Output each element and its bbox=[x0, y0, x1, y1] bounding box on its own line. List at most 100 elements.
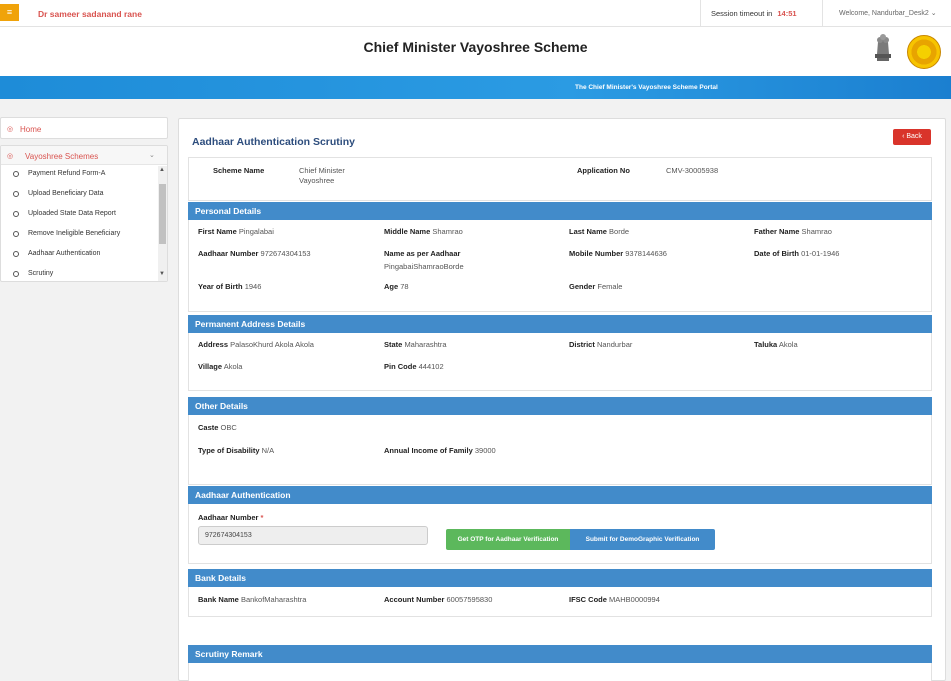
field-value: OBC bbox=[220, 423, 237, 432]
sidebar-item-label: Remove Ineligible Beneficiary bbox=[28, 230, 121, 237]
field-label: Type of Disability bbox=[198, 446, 260, 455]
field-label: Address bbox=[198, 340, 229, 349]
field-label: Pin Code bbox=[384, 362, 417, 371]
sidebar-item-scrutiny[interactable]: Scrutiny bbox=[1, 266, 157, 281]
father-name-field: Father Name Shamrao bbox=[754, 227, 832, 236]
aadhaar-number-field: Aadhaar Number 972674304153 bbox=[198, 249, 311, 258]
field-value: 78 bbox=[400, 282, 409, 291]
scheme-info: Scheme Name Chief Minister Vayoshree App… bbox=[188, 157, 932, 201]
welcome-text: Welcome, Nandurbar_Desk2 bbox=[839, 10, 929, 17]
circle-icon bbox=[13, 271, 19, 277]
sidebar-home-label: Home bbox=[20, 125, 42, 134]
sidebar-item-remove-ineligible[interactable]: Remove Ineligible Beneficiary bbox=[1, 226, 157, 246]
application-no-value: CMV-30005938 bbox=[666, 166, 719, 175]
account-number-field: Account Number 60057595830 bbox=[384, 595, 492, 604]
scrutiny-card: Aadhaar Authentication Scrutiny ‹ Back S… bbox=[178, 118, 946, 681]
last-name-field: Last Name Borde bbox=[569, 227, 629, 236]
circle-icon bbox=[13, 251, 19, 257]
name-as-aadhaar-label: Name as per Aadhaar bbox=[384, 249, 461, 258]
menu-toggle-icon[interactable]: ≡ bbox=[0, 4, 19, 21]
sidebar-item-aadhaar-auth[interactable]: Aadhaar Authentication bbox=[1, 246, 157, 266]
sidebar-item-state-data-report[interactable]: Uploaded State Data Report bbox=[1, 206, 157, 226]
pin-code-field: Pin Code 444102 bbox=[384, 362, 444, 371]
age-field: Age 78 bbox=[384, 282, 409, 291]
demographic-verification-button[interactable]: Submit for DemoGraphic Verification bbox=[570, 529, 715, 550]
application-no-label: Application No bbox=[577, 166, 630, 175]
session-label: Session timeout in bbox=[711, 9, 773, 18]
sidebar-section-label: Vayoshree Schemes bbox=[25, 152, 99, 161]
gender-field: Gender Female bbox=[569, 282, 622, 291]
field-label: District bbox=[569, 340, 595, 349]
sidebar-item-label: Scrutiny bbox=[28, 270, 54, 277]
field-value: 444102 bbox=[418, 362, 444, 371]
field-label: State bbox=[384, 340, 403, 349]
scrutiny-remark-header: Scrutiny Remark bbox=[188, 645, 932, 663]
bank-details-body: Bank Name BankofMaharashtra Account Numb… bbox=[188, 587, 932, 617]
top-bar: ≡ Dr sameer sadanand rane Session timeou… bbox=[0, 0, 951, 27]
back-button[interactable]: ‹ Back bbox=[893, 129, 931, 145]
annual-income-field: Annual Income of Family 39000 bbox=[384, 446, 496, 455]
field-label: Middle Name bbox=[384, 227, 431, 236]
field-label: Aadhaar Number bbox=[198, 513, 259, 522]
field-value: Pingalabai bbox=[238, 227, 274, 236]
chevron-down-icon: ⌄ bbox=[149, 152, 155, 159]
sidebar-item-home[interactable]: ◎ Home bbox=[0, 117, 168, 139]
field-value: BankofMaharashtra bbox=[240, 595, 307, 604]
field-value: 9378144636 bbox=[625, 249, 667, 258]
scroll-down-icon[interactable]: ▼ bbox=[159, 271, 165, 277]
field-label: Father Name bbox=[754, 227, 800, 236]
field-value: 60057595830 bbox=[446, 595, 493, 604]
bank-name-field: Bank Name BankofMaharashtra bbox=[198, 595, 306, 604]
first-name-field: First Name Pingalabai bbox=[198, 227, 274, 236]
scrutiny-remark-body bbox=[188, 663, 932, 681]
field-value: Maharashtra bbox=[404, 340, 447, 349]
sidebar-item-label: Aadhaar Authentication bbox=[28, 250, 101, 257]
other-details-header: Other Details bbox=[188, 397, 932, 415]
aadhaar-number-input[interactable]: 972674304153 bbox=[198, 526, 428, 545]
address-details-header: Permanent Address Details bbox=[188, 315, 932, 333]
field-value: Nandurbar bbox=[596, 340, 633, 349]
other-details-body: Caste OBC Type of Disability N/A Annual … bbox=[188, 415, 932, 485]
sidebar-item-payment-refund[interactable]: Payment Refund Form-A bbox=[1, 166, 157, 186]
user-name: Dr sameer sadanand rane bbox=[38, 9, 142, 19]
field-value: Shamrao bbox=[432, 227, 463, 236]
eye-icon: ◎ bbox=[7, 153, 14, 160]
circle-icon bbox=[13, 191, 19, 197]
address-details-body: Address PalasoKhurd Akola Akola State Ma… bbox=[188, 333, 932, 391]
required-mark: * bbox=[260, 513, 264, 522]
aadhaar-auth-header: Aadhaar Authentication bbox=[188, 486, 932, 504]
field-value: N/A bbox=[261, 446, 275, 455]
state-field: State Maharashtra bbox=[384, 340, 447, 349]
middle-name-field: Middle Name Shamrao bbox=[384, 227, 463, 236]
sidebar-item-label: Payment Refund Form-A bbox=[28, 170, 106, 177]
taluka-field: Taluka Akola bbox=[754, 340, 798, 349]
field-label: Taluka bbox=[754, 340, 778, 349]
village-field: Village Akola bbox=[198, 362, 242, 371]
get-otp-button[interactable]: Get OTP for Aadhaar Verification bbox=[446, 529, 570, 550]
scroll-up-icon[interactable]: ▲ bbox=[159, 167, 165, 173]
mobile-number-field: Mobile Number 9378144636 bbox=[569, 249, 667, 258]
user-menu[interactable]: Welcome, Nandurbar_Desk2 ⌄ bbox=[822, 0, 951, 27]
field-label: Village bbox=[198, 362, 223, 371]
field-value: 39000 bbox=[474, 446, 496, 455]
portal-banner: The Chief Minister's Vayoshree Scheme Po… bbox=[0, 76, 951, 99]
app-header: Chief Minister Vayoshree Scheme bbox=[0, 27, 951, 76]
scrollbar-thumb[interactable] bbox=[159, 184, 166, 244]
sidebar-item-upload-beneficiary[interactable]: Upload Beneficiary Data bbox=[1, 186, 157, 206]
portal-banner-text: The Chief Minister's Vayoshree Scheme Po… bbox=[575, 84, 718, 91]
field-label: Aadhaar Number bbox=[198, 249, 259, 258]
sidebar-section-header[interactable]: ◎ Vayoshree Schemes ⌄ bbox=[1, 146, 167, 165]
field-label: IFSC Code bbox=[569, 595, 607, 604]
field-value: MAHB0000994 bbox=[609, 595, 660, 604]
name-as-aadhaar-value: PingabaiShamraoBorde bbox=[384, 262, 464, 271]
field-value: 1946 bbox=[244, 282, 262, 291]
field-value: Akola bbox=[223, 362, 243, 371]
sidebar-item-label: Uploaded State Data Report bbox=[28, 210, 116, 217]
field-label: Annual Income of Family bbox=[384, 446, 473, 455]
sidebar-scrollbar[interactable]: ▲ ▼ bbox=[158, 166, 167, 281]
chevron-down-icon: ⌄ bbox=[930, 10, 937, 17]
scheme-name-label: Scheme Name bbox=[213, 166, 265, 175]
field-label: Account Number bbox=[384, 595, 445, 604]
circle-icon bbox=[13, 211, 19, 217]
field-value: 01-01-1946 bbox=[801, 249, 840, 258]
